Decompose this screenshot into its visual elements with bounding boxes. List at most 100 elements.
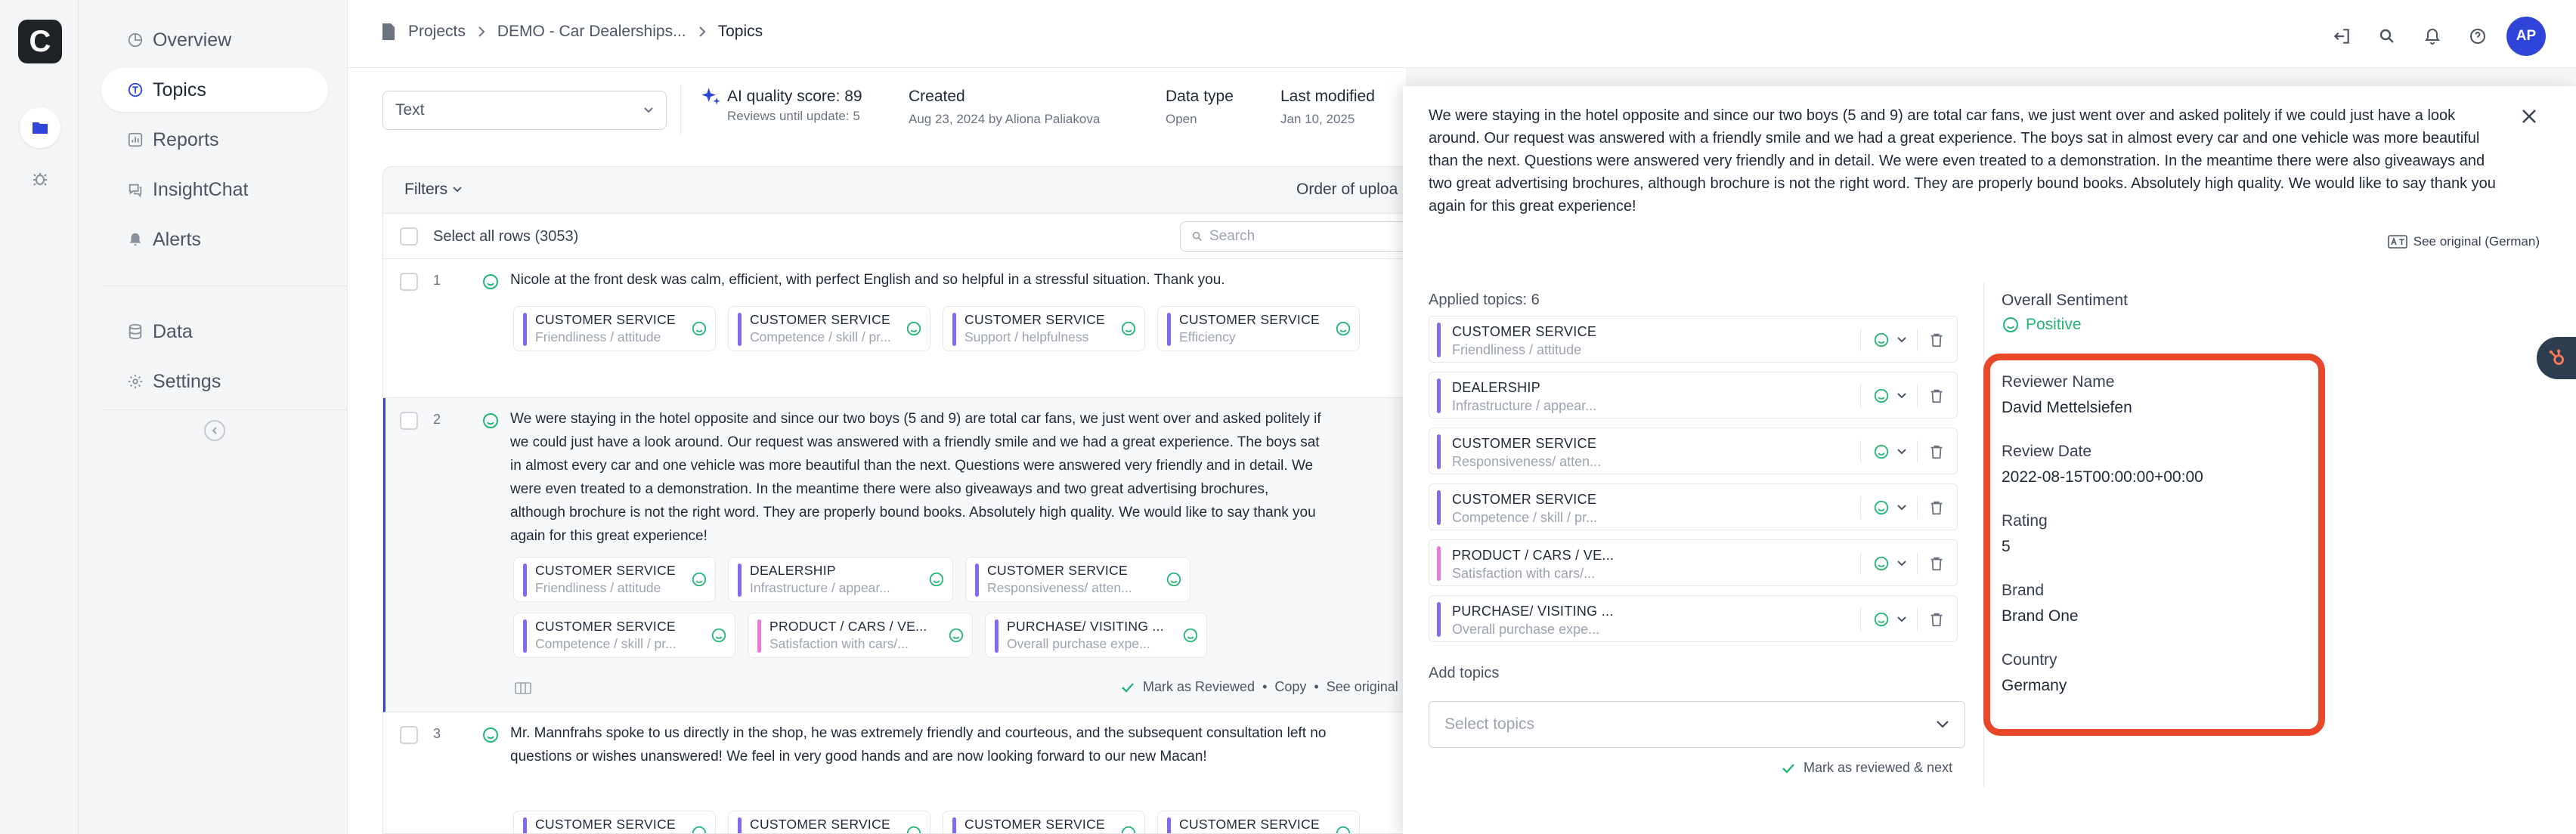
avatar[interactable]: AP (2506, 17, 2546, 56)
topic-chip[interactable]: CUSTOMER SERVICE Friendliness / attitude (513, 306, 716, 351)
select-topics-placeholder: Select topics (1444, 715, 1535, 733)
topic-chip[interactable]: CUSTOMER SERVICE Competence / skill / pr.… (728, 306, 930, 351)
filters-button[interactable]: Filters (404, 181, 463, 199)
order-select[interactable]: Order of uploa (1296, 181, 1398, 199)
mark-reviewed-next-button[interactable]: Mark as reviewed & next (1781, 760, 1952, 776)
breadcrumb: Projects DEMO - Car Dealerships... Topic… (381, 23, 763, 41)
meta-value: Germany (2002, 677, 2067, 694)
breadcrumb-projects[interactable]: Projects (408, 23, 466, 41)
see-original-button[interactable]: See original (Germ (1327, 679, 1405, 695)
chart-pie-icon (128, 32, 143, 48)
breadcrumb-project[interactable]: DEMO - Car Dealerships... (497, 23, 686, 41)
applied-topic[interactable]: DEALERSHIP Infrastructure / appear... (1429, 372, 1958, 419)
chevron-down-icon (1897, 393, 1906, 399)
smile-icon (906, 826, 921, 833)
topic-chip[interactable]: PURCHASE/ VISITING ... Overall purchase e… (985, 613, 1207, 658)
review-metadata: Reviewer Name David Mettelsiefen Review … (2002, 373, 2203, 695)
smile-icon (1874, 556, 1889, 571)
meta-label: Rating (2002, 512, 2048, 530)
app-rail: C (0, 0, 79, 834)
smile-icon (1183, 628, 1198, 643)
topic-chip[interactable]: CUSTOMER SERVICE Support / helpfulness (943, 306, 1145, 351)
database-icon (128, 323, 142, 340)
row-number: 1 (433, 273, 441, 288)
see-original-link[interactable]: See original (German) (2387, 234, 2540, 249)
sidebar-item-overview[interactable]: Overview (101, 18, 328, 62)
notification-bell-icon[interactable] (2416, 20, 2449, 53)
search-icon[interactable] (2370, 20, 2404, 53)
last-modified-info: Last modified Jan 10, 2025 (1280, 88, 1375, 127)
dot-separator: • (1262, 679, 1268, 694)
meta-value: Brand One (2002, 607, 2079, 625)
hubspot-widget[interactable] (2537, 337, 2576, 379)
sidebar-item-label: InsightChat (153, 178, 249, 200)
applied-topic[interactable]: CUSTOMER SERVICE Competence / skill / pr.… (1429, 483, 1958, 530)
positive-sentiment-icon (483, 274, 498, 289)
main-content: Text AI quality score: 89 Reviews until … (348, 68, 1406, 834)
bug-icon[interactable] (20, 159, 60, 199)
copy-button[interactable]: Copy (1274, 679, 1306, 695)
table-row[interactable]: 3 Mr. Mannfrahs spoke to us directly in … (383, 712, 1405, 833)
chevron-down-icon (1897, 337, 1906, 343)
topic-chip[interactable]: CUSTOMER SERVICE Friendliness / attitude (513, 557, 716, 602)
check-icon (1782, 763, 1794, 774)
topic-chip[interactable]: CUSTOMER SERVICE (728, 811, 930, 833)
collapse-sidebar-icon[interactable] (204, 420, 225, 441)
review-full-text: We were staying in the hotel opposite an… (1429, 107, 2496, 215)
created-info: Created Aug 23, 2024 by Aliona Paliakova (909, 88, 1100, 127)
gear-icon (128, 374, 143, 389)
table-row-selected[interactable]: 2 We were staying in the hotel opposite … (383, 398, 1405, 712)
sidebar-item-label: Alerts (153, 228, 201, 250)
sidebar-item-insightchat[interactable]: InsightChat (101, 168, 328, 212)
sidebar-item-topics[interactable]: Topics (101, 68, 328, 112)
topic-chip[interactable]: CUSTOMER SERVICE Efficiency (1157, 306, 1360, 351)
smile-icon (1336, 321, 1351, 336)
applied-topic[interactable]: CUSTOMER SERVICE Responsiveness/ atten... (1429, 428, 1958, 474)
topic-chip[interactable]: CUSTOMER SERVICE (513, 811, 716, 833)
topic-chip[interactable]: PRODUCT / CARS / VE... Satisfaction with … (748, 613, 973, 658)
sidebar-item-data[interactable]: Data (101, 310, 328, 354)
topics-icon (128, 82, 143, 97)
row-text: Nicole at the front desk was calm, effic… (510, 272, 1225, 288)
applied-topic[interactable]: CUSTOMER SERVICE Friendliness / attitude (1429, 316, 1958, 363)
search-input[interactable]: Search (1180, 221, 1405, 252)
sidebar-item-alerts[interactable]: Alerts (101, 218, 328, 261)
data-type-value: Open (1166, 112, 1197, 126)
columns-icon[interactable] (515, 682, 531, 694)
search-icon (1192, 231, 1202, 241)
row-text: Mr. Mannfrahs spoke to us directly in th… (510, 725, 1327, 764)
meta-value: David Mettelsiefen (2002, 399, 2132, 416)
topic-chip[interactable]: CUSTOMER SERVICE Responsiveness/ atten... (965, 557, 1190, 602)
created-label: Created (909, 88, 965, 105)
toolbar-divider (680, 85, 681, 134)
row-checkbox[interactable] (400, 726, 418, 744)
filters-label: Filters (404, 181, 448, 198)
close-icon[interactable] (2517, 104, 2541, 128)
topic-chip[interactable]: DEALERSHIP Infrastructure / appear... (728, 557, 953, 602)
mark-reviewed-button[interactable]: Mark as Reviewed (1143, 679, 1255, 695)
app-logo[interactable]: C (18, 20, 62, 63)
smile-icon (1336, 826, 1351, 833)
smile-icon (906, 321, 921, 336)
select-all-checkbox[interactable] (400, 227, 418, 246)
row-checkbox[interactable] (400, 273, 418, 291)
sentiment-text: Positive (2026, 316, 2082, 333)
help-icon[interactable] (2461, 20, 2494, 53)
created-value: Aug 23, 2024 by Aliona Paliakova (909, 112, 1101, 126)
select-topics-input[interactable]: Select topics (1429, 701, 1965, 748)
row-checkbox[interactable] (400, 412, 418, 430)
text-column-select[interactable]: Text (382, 91, 667, 130)
sidebar-item-reports[interactable]: Reports (101, 118, 328, 162)
chevron-down-icon (644, 107, 653, 113)
trash-icon (1930, 445, 1943, 459)
topic-chip[interactable]: CUSTOMER SERVICE (943, 811, 1145, 833)
applied-topic[interactable]: PRODUCT / CARS / VE... Satisfaction with … (1429, 539, 1958, 586)
topic-chip[interactable]: CUSTOMER SERVICE Competence / skill / pr.… (513, 613, 735, 658)
table-row[interactable]: 1 Nicole at the front desk was calm, eff… (383, 259, 1405, 398)
applied-topic[interactable]: PURCHASE/ VISITING ... Overall purchase e… (1429, 595, 1958, 642)
sidebar-item-settings[interactable]: Settings (101, 360, 328, 403)
topic-chip[interactable]: CUSTOMER SERVICE (1157, 811, 1360, 833)
exit-icon[interactable] (2325, 20, 2358, 53)
chevron-right-icon (698, 26, 706, 37)
folder-icon[interactable] (20, 107, 60, 148)
